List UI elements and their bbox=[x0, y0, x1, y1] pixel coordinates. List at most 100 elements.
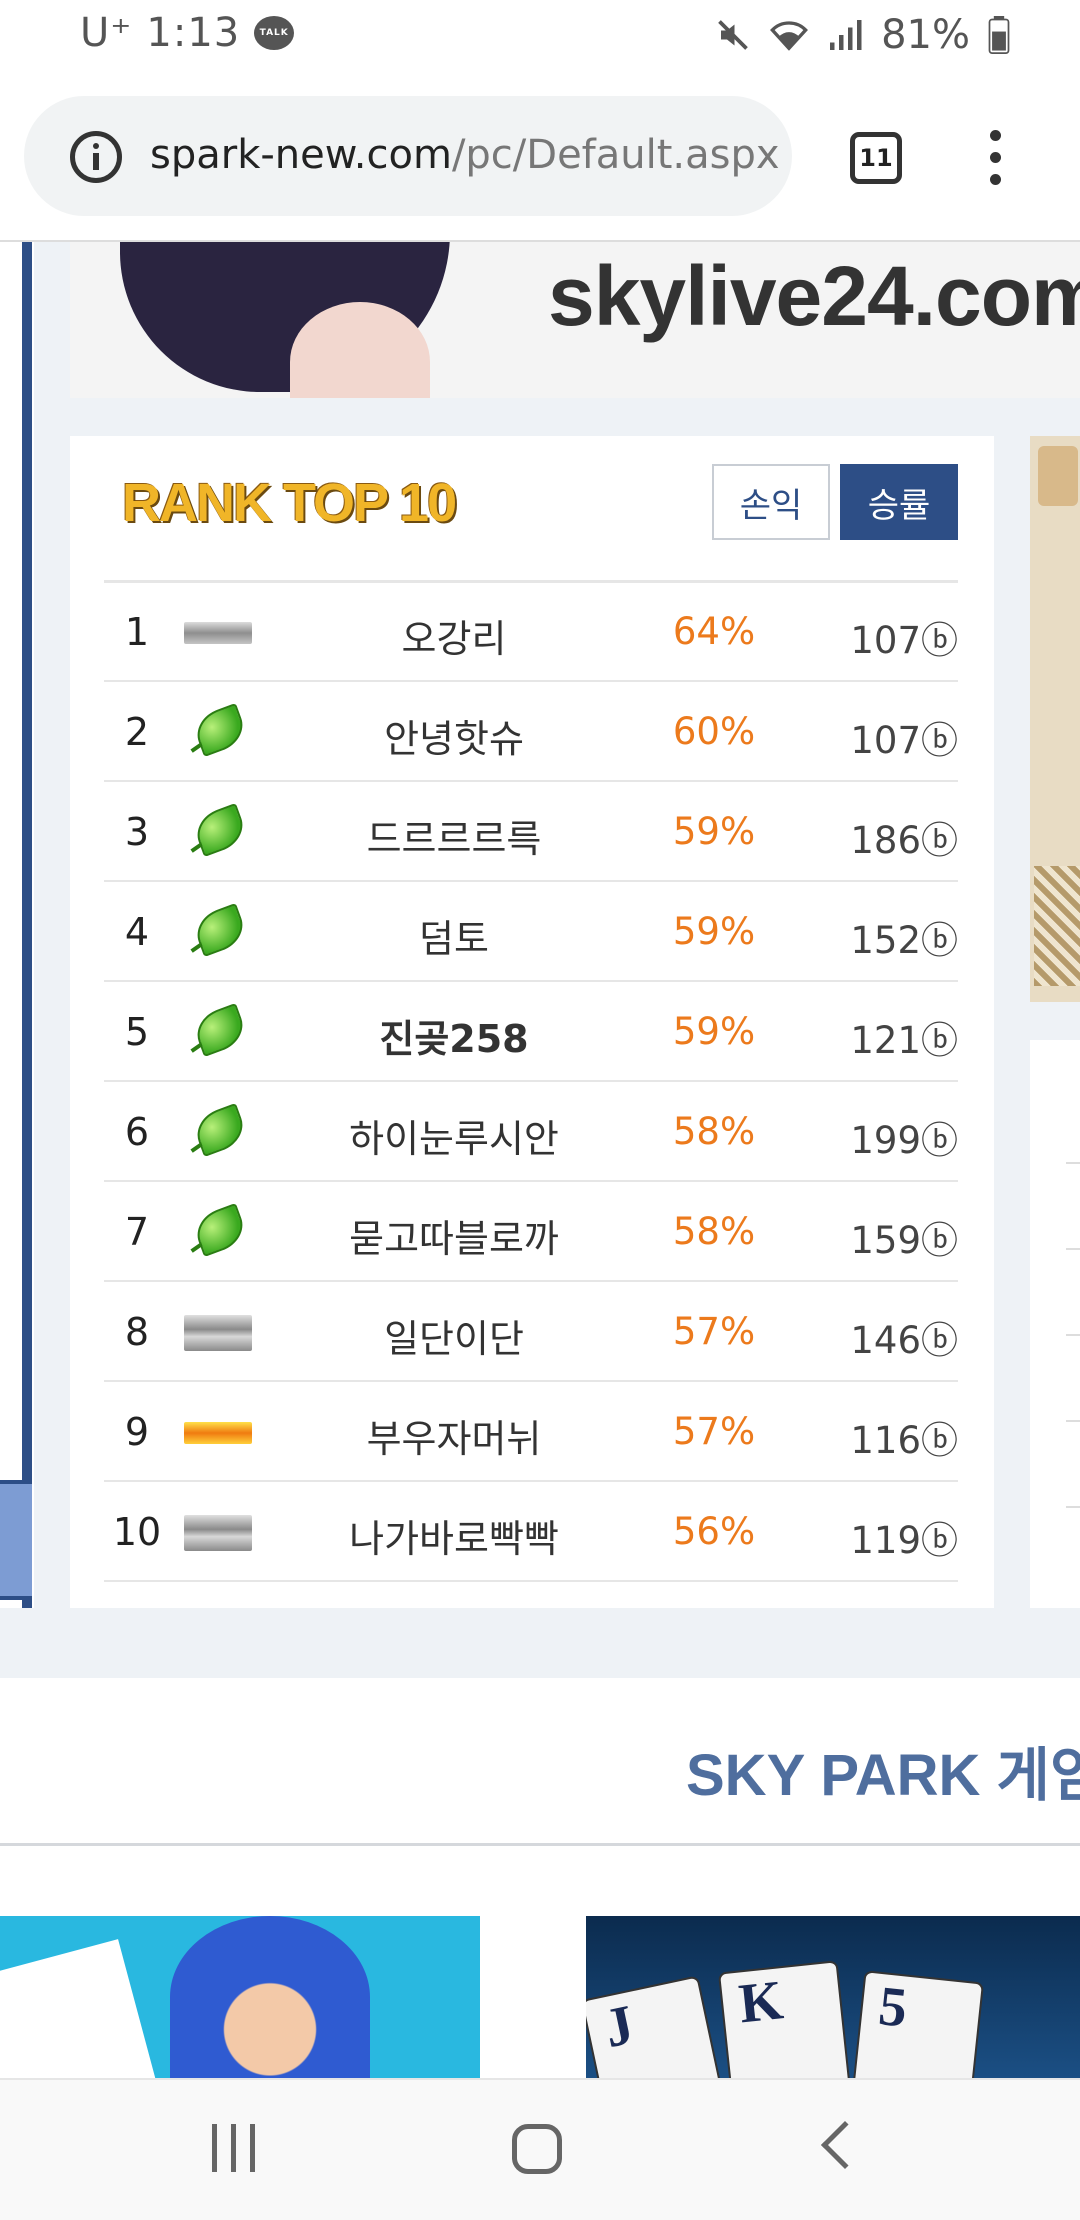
player-nickname[interactable]: 하이눈루시안 bbox=[264, 1108, 644, 1163]
game-thumbnail-2[interactable]: J K 5 bbox=[586, 1916, 1080, 2078]
games-count: 152ⓑ bbox=[850, 919, 958, 962]
win-rate: 56% bbox=[672, 1510, 756, 1553]
win-rate: 58% bbox=[672, 1210, 756, 1253]
battery-percent: 81% bbox=[881, 12, 970, 58]
url-path: /pc/Default.aspx bbox=[451, 132, 780, 178]
section-gap bbox=[0, 1608, 1080, 1678]
win-rate: 58% bbox=[672, 1110, 756, 1153]
mute-icon bbox=[718, 20, 748, 50]
game-thumbnails: J K 5 bbox=[0, 1846, 1080, 2078]
right-banner-title bbox=[1038, 446, 1078, 506]
status-left: U⁺ 1:13 TALK bbox=[80, 10, 295, 56]
rank-panel: RANK TOP 10 손익 승률 1 오강리 64% 107ⓑ 2 안녕핫슈 60% 107… bbox=[70, 436, 994, 1608]
rank-row[interactable]: 8 일단이단 57% 146ⓑ bbox=[104, 1282, 958, 1382]
back-icon[interactable] bbox=[820, 2120, 870, 2170]
url-bar[interactable]: spark-new.com/pc/Default.aspx bbox=[24, 96, 792, 216]
leaf-level-icon bbox=[190, 902, 250, 960]
win-rate: 59% bbox=[672, 810, 756, 853]
player-nickname[interactable]: 오강리 bbox=[264, 608, 644, 663]
rank-row[interactable]: 9 부우자머뉘 57% 116ⓑ bbox=[104, 1382, 958, 1482]
gold-bar-level-icon bbox=[184, 1422, 252, 1444]
carrier-label: U⁺ bbox=[80, 10, 133, 56]
clock: 1:13 bbox=[146, 10, 241, 56]
rank-row[interactable]: 4 덤토 59% 152ⓑ bbox=[104, 882, 958, 982]
rank-number: 4 bbox=[124, 910, 150, 954]
home-icon[interactable] bbox=[512, 2124, 562, 2174]
profit-tab-button[interactable]: 손익 bbox=[712, 464, 830, 540]
tab-switcher-button[interactable]: 11 bbox=[850, 132, 902, 184]
leaf-level-icon bbox=[190, 1002, 250, 1060]
games-count: 146ⓑ bbox=[850, 1319, 958, 1362]
rank-row[interactable]: 6 하이눈루시안 58% 199ⓑ bbox=[104, 1082, 958, 1182]
player-nickname[interactable]: 진곶258 bbox=[264, 1008, 644, 1063]
games-count: 186ⓑ bbox=[850, 819, 958, 862]
right-side-list bbox=[1030, 1040, 1080, 1608]
games-count: 159ⓑ bbox=[850, 1219, 958, 1262]
player-nickname[interactable]: 부우자머뉘 bbox=[264, 1408, 644, 1463]
left-side-panel bbox=[0, 242, 34, 1610]
right-banner-art bbox=[1034, 866, 1080, 986]
playing-card-k: K bbox=[717, 1960, 855, 2078]
rank-row[interactable]: 3 드르르르륵 59% 186ⓑ bbox=[104, 782, 958, 882]
game-thumbnail-1[interactable] bbox=[0, 1916, 480, 2078]
rank-number: 6 bbox=[124, 1110, 150, 1154]
right-side-banner[interactable] bbox=[1030, 436, 1080, 1002]
win-rate: 57% bbox=[672, 1310, 756, 1353]
rank-row[interactable]: 5 진곶258 59% 121ⓑ bbox=[104, 982, 958, 1082]
left-panel-tab[interactable] bbox=[0, 1480, 32, 1600]
rank-row[interactable]: 1 오강리 64% 107ⓑ bbox=[104, 582, 958, 682]
silver-bars-level-icon bbox=[184, 1515, 252, 1551]
player-nickname[interactable]: 드르르르륵 bbox=[264, 808, 644, 863]
browser-toolbar: spark-new.com/pc/Default.aspx 11 bbox=[0, 76, 1080, 242]
rank-number: 5 bbox=[124, 1010, 150, 1054]
rank-row[interactable]: 7 묻고따블로까 58% 159ⓑ bbox=[104, 1182, 958, 1282]
silver-bar-level-icon bbox=[184, 622, 252, 644]
win-rate: 57% bbox=[672, 1410, 756, 1453]
thumbnail-character bbox=[170, 1916, 370, 2078]
battery-icon bbox=[988, 16, 1010, 54]
winrate-tab-button[interactable]: 승률 bbox=[840, 464, 958, 540]
playing-card-5: 5 bbox=[847, 1970, 985, 2078]
player-nickname[interactable]: 나가바로빡빡 bbox=[264, 1508, 644, 1563]
kakaotalk-icon: TALK bbox=[254, 16, 295, 50]
section-title: SKY PARK 게임 bbox=[686, 1743, 1080, 1808]
signal-icon bbox=[830, 20, 862, 50]
recent-apps-icon[interactable] bbox=[212, 2124, 256, 2172]
rank-title: RANK TOP 10 bbox=[122, 473, 457, 533]
left-panel-border bbox=[22, 242, 32, 1610]
win-rate: 59% bbox=[672, 910, 756, 953]
leaf-level-icon bbox=[190, 1202, 250, 1260]
leaf-level-icon bbox=[190, 1102, 250, 1160]
player-nickname[interactable]: 안녕핫슈 bbox=[264, 708, 644, 763]
rank-row[interactable]: 2 안녕핫슈 60% 107ⓑ bbox=[104, 682, 958, 782]
games-count: 121ⓑ bbox=[850, 1019, 958, 1062]
rank-number: 8 bbox=[124, 1310, 150, 1354]
playing-card-j: J bbox=[586, 1975, 732, 2078]
player-nickname[interactable]: 묻고따블로까 bbox=[264, 1208, 644, 1263]
site-info-icon[interactable] bbox=[70, 131, 122, 183]
wifi-icon bbox=[770, 21, 809, 51]
more-menu-icon[interactable] bbox=[990, 130, 1002, 186]
leaf-level-icon bbox=[190, 802, 250, 860]
win-rate: 60% bbox=[672, 710, 756, 753]
thumbnail-card bbox=[0, 1939, 157, 2078]
rank-number: 3 bbox=[124, 810, 150, 854]
ad-banner[interactable]: skylive24.com bbox=[70, 242, 1080, 398]
player-nickname[interactable]: 덤토 bbox=[264, 908, 644, 963]
url-host: spark-new.com bbox=[150, 132, 452, 178]
url-text[interactable]: spark-new.com/pc/Default.aspx bbox=[150, 132, 780, 178]
rank-row[interactable]: 10 나가바로빡빡 56% 119ⓑ bbox=[104, 1482, 958, 1582]
rank-number: 1 bbox=[124, 610, 150, 654]
banner-brand-text: skylive24.com bbox=[548, 249, 1080, 343]
status-bar: U⁺ 1:13 TALK 81% bbox=[0, 0, 1080, 76]
game-section-header: SKY PARK 게임 bbox=[0, 1678, 1080, 1846]
win-rate: 59% bbox=[672, 1010, 756, 1053]
games-count: 116ⓑ bbox=[850, 1419, 958, 1462]
leaf-level-icon bbox=[190, 702, 250, 760]
games-count: 199ⓑ bbox=[850, 1119, 958, 1162]
player-nickname[interactable]: 일단이단 bbox=[264, 1308, 644, 1363]
games-count: 107ⓑ bbox=[850, 619, 958, 662]
games-count: 119ⓑ bbox=[850, 1519, 958, 1562]
system-nav-bar bbox=[0, 2078, 1080, 2220]
page-root: U⁺ 1:13 TALK 81% spark-new.com/pc/Defaul… bbox=[0, 0, 1080, 2220]
